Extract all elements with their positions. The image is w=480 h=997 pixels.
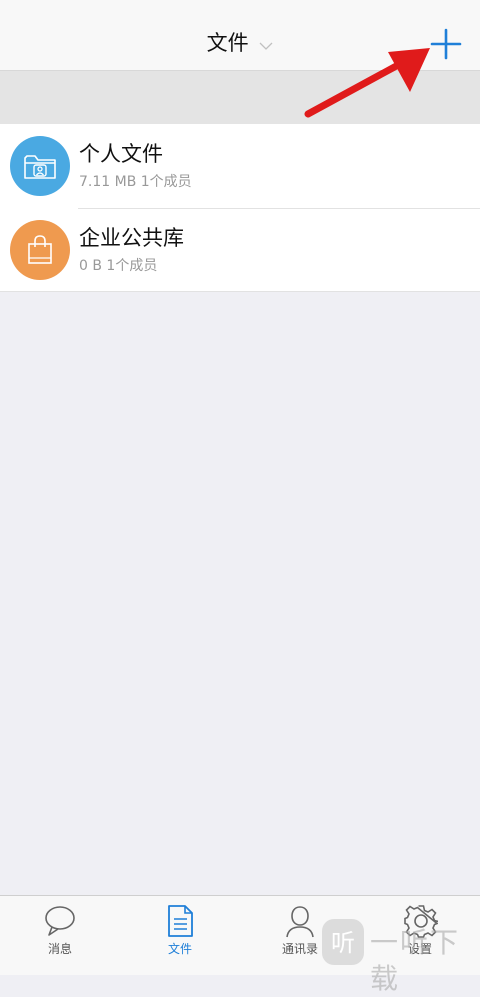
chat-bubble-icon — [45, 906, 75, 936]
chevron-down-icon — [259, 30, 273, 58]
list-item-personal-files[interactable]: 个人文件 7.11 MB 1个成员 — [0, 124, 480, 208]
file-meta: 0 B 1个成员 — [79, 258, 158, 274]
folder-person-icon — [10, 136, 70, 196]
file-list: 个人文件 7.11 MB 1个成员 企业公共库 0 B 1个成员 — [0, 124, 480, 292]
document-icon — [168, 905, 193, 937]
tab-label: 消息 — [47, 942, 72, 956]
page-title: 文件 — [206, 31, 249, 55]
watermark-logo-glyph: 听 — [331, 929, 355, 957]
file-meta: 7.11 MB 1个成员 — [79, 174, 192, 190]
tab-label: 文件 — [167, 942, 192, 956]
watermark-text: 一听下载 — [370, 926, 461, 995]
tab-files[interactable]: 文件 — [140, 896, 220, 975]
watermark-logo-icon: 听 — [322, 919, 364, 965]
list-item-enterprise-library[interactable]: 企业公共库 0 B 1个成员 — [0, 208, 480, 292]
person-icon — [286, 906, 314, 938]
shopping-bag-icon — [10, 220, 70, 280]
tab-messages[interactable]: 消息 — [20, 896, 100, 975]
annotation-arrow-icon — [304, 48, 430, 118]
file-name: 个人文件 — [79, 142, 163, 166]
watermark: 听 一听下载 — [318, 915, 480, 995]
file-name: 企业公共库 — [79, 226, 184, 250]
